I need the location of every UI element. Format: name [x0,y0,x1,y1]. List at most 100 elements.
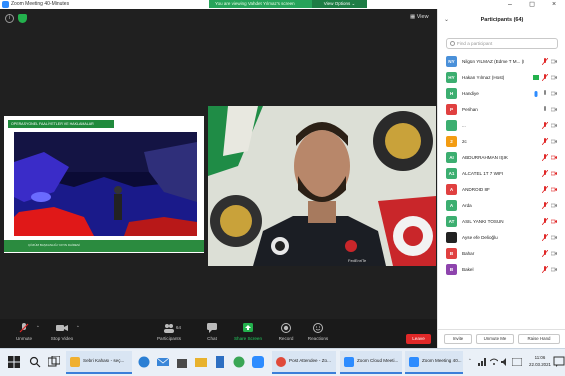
unmute-me-button[interactable]: Unmute Me [476,334,514,344]
video-off-red-icon [551,219,557,224]
participant-row[interactable]: P Perihan [438,102,565,118]
participant-name: Bakel [462,267,474,272]
search-icon[interactable] [29,356,41,368]
video-options-caret[interactable]: ⌃ [76,325,80,331]
zoom-taskbar-icon[interactable] [252,356,264,368]
audio-options-caret[interactable]: ⌃ [36,325,40,331]
participants-label: Participants [156,336,181,341]
participant-avatar: H [446,88,457,99]
taskbar-task[interactable]: Post Attendee - Zo... [272,351,336,374]
mic-muted-icon [542,154,548,161]
task-view-icon[interactable] [48,356,60,368]
video-off-icon [551,123,557,128]
screen-share-banner: You are viewing Vahdet Yılmaz's screen V… [209,0,367,8]
share-screen-icon [243,323,253,332]
wifi-icon[interactable] [490,358,498,366]
participant-avatar: A [446,184,457,195]
participants-count: 64 [176,325,182,330]
view-options-button[interactable]: View Options ⌄ [312,0,367,8]
shared-slide-footer: ÇÖZÜM BAŞKANLIĞI YAYIN DAİRESİ [4,240,204,252]
participants-button[interactable]: Participants [149,321,189,347]
store-icon[interactable] [176,356,188,368]
participant-search-input[interactable]: Find a participant [446,38,558,49]
leave-button[interactable]: Leave [406,334,431,344]
mic-muted-icon [542,58,548,65]
participant-row[interactable]: A ANDROID 8F [438,182,565,198]
raise-hand-button[interactable]: Raise Hand [518,334,560,344]
view-label: View [416,14,429,20]
shared-screen-tile[interactable]: OPERASYONEL FAALİYETLER VE HAKLAMALAR ÇÖ… [4,116,204,253]
mic-muted-icon [542,170,548,177]
unmute-label: Unmute [15,336,33,341]
green-app-icon[interactable] [233,356,245,368]
participant-avatar: B [446,248,457,259]
minimize-button[interactable]: – [500,0,520,9]
share-screen-label: Share Screen [233,336,263,341]
participant-row[interactable]: A1 ALCATEL 1T 7 WIFI [438,166,565,182]
zoom-meeting-icon [409,357,419,367]
video-off-icon [551,203,557,208]
video-off-icon [551,251,557,256]
taskbar-task[interactable]: Zoom Cloud Meeti... [340,351,402,374]
maximize-button[interactable]: ◻ [522,0,542,9]
video-off-icon [551,235,557,240]
info-icon[interactable]: i [5,14,14,23]
volume-icon[interactable] [501,358,509,366]
participant-row[interactable]: HY Hakan Yılmaz (Host) [438,70,565,86]
taskbar-task-label: Post Attendee - Zo... [289,358,331,363]
participant-avatar [446,120,457,131]
mic-muted-icon [542,266,548,273]
mic-icon [544,90,546,95]
document-icon[interactable] [214,356,226,368]
clock[interactable]: 11:06 22.03.2021 [528,354,552,368]
participant-row[interactable]: B Bakel [438,262,565,278]
invite-button[interactable]: Invite [444,334,472,344]
tray-overflow-icon[interactable]: ⌃ [468,358,472,364]
folder-icon[interactable] [195,356,207,368]
taskbar-task[interactable]: Zoom Meeting 40... [405,351,463,374]
view-button[interactable]: ▦ View [410,14,429,20]
encryption-shield-icon[interactable] [18,14,27,23]
participant-name: 2c [462,139,467,144]
screen-share-indicator-icon [533,75,539,80]
active-speaker-video[interactable]: FedEnriTe [208,106,436,266]
meeting-controls-bar: Unmute Stop Video Participants Chat Shar… [0,319,437,348]
meeting-video-area: i ▦ View OPERASYONEL FAALİYETLER VE HAKL… [0,9,437,319]
video-off-icon [551,267,557,272]
taskbar-task-label: Zoom Meeting 40... [422,358,462,363]
participant-row[interactable]: Ayse efe Delioğlu [438,230,565,246]
participant-row[interactable]: ... [438,118,565,134]
shared-slide-heading: OPERASYONEL FAALİYETLER VE HAKLAMALAR [8,120,114,128]
participant-row[interactable]: AT ASIL YANKI TOSUN [438,214,565,230]
video-off-icon [551,59,557,64]
windows-start-icon[interactable] [8,356,20,368]
share-screen-button[interactable]: Share Screen [228,321,268,347]
participant-name: Hakan Yılmaz (Host) [462,75,505,80]
video-off-icon [551,91,557,96]
mic-icon [544,106,546,111]
reactions-button[interactable]: Reactions [298,321,338,347]
mic-muted-icon [542,186,548,193]
participant-row[interactable]: AI ABDURRAHMAN IŞIK [438,150,565,166]
participant-row[interactable]: H Handiye [438,86,565,102]
share-banner-text: You are viewing Vahdet Yılmaz's screen [215,1,295,6]
participant-name: ABDURRAHMAN IŞIK [462,155,508,160]
mail-icon[interactable] [157,356,169,368]
mic-muted-icon [542,122,548,129]
participant-row[interactable]: B Bahar [438,246,565,262]
participant-row[interactable]: A Arda [438,198,565,214]
participant-name: ANDROID 8F [462,187,490,192]
chat-button[interactable]: Chat [192,321,232,347]
participant-name: ASIL YANKI TOSUN [462,219,504,224]
taskbar-task[interactable]: Sebri Kahası - seç... [66,351,132,374]
participant-row[interactable]: NY Nilgün YILMAZ (Edme T M... (Me) [438,54,565,70]
participant-row[interactable]: 2 2c [438,134,565,150]
language-icon[interactable] [512,358,522,366]
network-icon[interactable] [478,358,486,366]
video-camera-icon [56,325,68,331]
notification-center-icon[interactable] [553,356,565,368]
mic-muted-icon [542,202,548,209]
edge-browser-icon[interactable] [138,356,150,368]
participant-name: ... [462,123,466,128]
close-button[interactable]: × [544,0,564,9]
